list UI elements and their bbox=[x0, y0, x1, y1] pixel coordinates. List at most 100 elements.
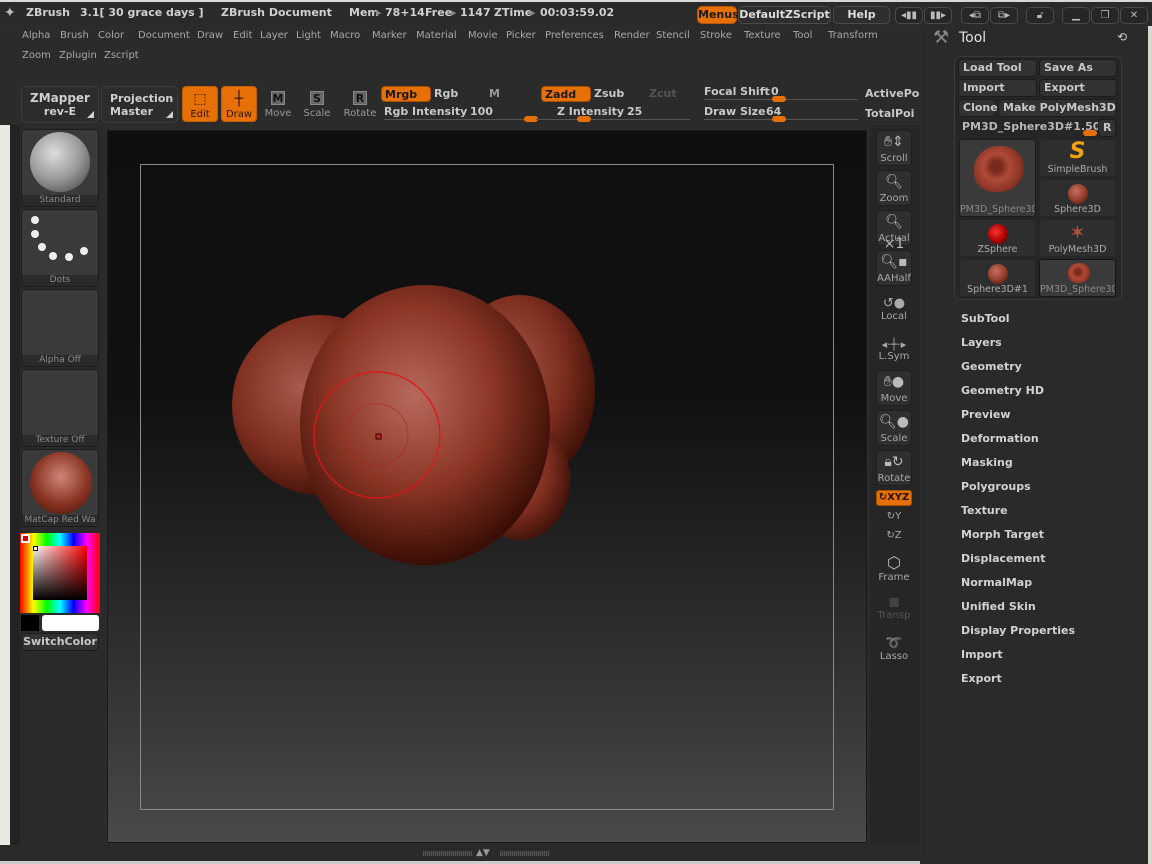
actual-button[interactable]: 🔍︎×1 Actual bbox=[876, 210, 912, 252]
make-polymesh3d-button[interactable]: Make PolyMesh3D bbox=[998, 99, 1117, 117]
scale-view-button[interactable]: 🔍︎● Scale bbox=[876, 410, 912, 446]
color-picker-square[interactable] bbox=[33, 546, 87, 600]
menu-edit[interactable]: Edit bbox=[233, 30, 252, 41]
prev-layout-icon[interactable]: ◂⧉ bbox=[961, 7, 989, 24]
menu-transform[interactable]: Transform bbox=[828, 30, 878, 41]
menu-zoom[interactable]: Zoom bbox=[22, 50, 51, 61]
lsym-button[interactable]: ◂·┼·▸ L.Sym bbox=[876, 338, 912, 362]
subpalette-morph-target[interactable]: Morph Target bbox=[961, 528, 1044, 541]
unlock-icon[interactable]: 🔓︎ bbox=[1026, 7, 1054, 24]
subpalette-export[interactable]: Export bbox=[961, 672, 1002, 685]
minimize-icon[interactable]: ▁ bbox=[1062, 7, 1090, 24]
subpalette-geometry-hd[interactable]: Geometry HD bbox=[961, 384, 1044, 397]
lasso-button[interactable]: ➰ Lasso bbox=[876, 636, 912, 662]
tool-tile-zsphere[interactable]: ZSphere bbox=[959, 219, 1036, 257]
menu-tool[interactable]: Tool bbox=[793, 30, 812, 41]
close-icon[interactable]: ✕ bbox=[1120, 7, 1148, 24]
menu-zplugin[interactable]: Zplugin bbox=[59, 50, 97, 61]
subpalette-normalmap[interactable]: NormalMap bbox=[961, 576, 1032, 589]
z-intensity-knob[interactable] bbox=[577, 116, 591, 122]
export-button[interactable]: Export bbox=[1039, 79, 1117, 97]
menu-document[interactable]: Document bbox=[138, 30, 190, 41]
rotate-button[interactable]: R Rotate bbox=[342, 86, 378, 122]
focal-shift-knob[interactable] bbox=[772, 96, 786, 102]
main-color-swatch[interactable] bbox=[21, 615, 39, 631]
tool-tile-pm3d-sphere3d-large[interactable]: PM3D_Sphere3D bbox=[959, 139, 1036, 217]
restore-icon[interactable]: ❐ bbox=[1091, 7, 1119, 24]
aahalf-button[interactable]: 🔍︎▪ AAHalf bbox=[876, 250, 912, 286]
frame-button[interactable]: ⬡ Frame bbox=[876, 553, 912, 583]
help-button[interactable]: Help bbox=[833, 6, 890, 24]
reset-icon[interactable]: ⟲ bbox=[1117, 30, 1127, 44]
draw-button[interactable]: ┼ Draw bbox=[221, 86, 257, 122]
tool-tile-polymesh3d[interactable]: ✶ PolyMesh3D bbox=[1039, 219, 1116, 257]
menu-stencil[interactable]: Stencil bbox=[656, 30, 690, 41]
menu-macro[interactable]: Macro bbox=[330, 30, 360, 41]
move-button[interactable]: M Move bbox=[260, 86, 296, 122]
menu-picker[interactable]: Picker bbox=[506, 30, 536, 41]
menu-layer[interactable]: Layer bbox=[260, 30, 288, 41]
move-view-button[interactable]: ✋︎● Move bbox=[876, 370, 912, 406]
subpalette-texture[interactable]: Texture bbox=[961, 504, 1008, 517]
tool-tile-pm3d-sphere3d[interactable]: PM3D_Sphere3D bbox=[1039, 259, 1116, 297]
bottom-tray-handle-right[interactable] bbox=[500, 851, 550, 856]
tool-tile-sphere3d[interactable]: Sphere3D bbox=[1039, 179, 1116, 217]
z-rotation-toggle[interactable]: ↻Z bbox=[876, 530, 912, 541]
m-toggle[interactable]: M bbox=[489, 87, 500, 100]
local-button[interactable]: ↺● Local bbox=[876, 296, 912, 322]
menu-render[interactable]: Render bbox=[614, 30, 650, 41]
menu-material[interactable]: Material bbox=[416, 30, 457, 41]
menu-marker[interactable]: Marker bbox=[372, 30, 407, 41]
menu-alpha[interactable]: Alpha bbox=[22, 30, 50, 41]
menu-brush[interactable]: Brush bbox=[60, 30, 89, 41]
menu-texture[interactable]: Texture bbox=[744, 30, 781, 41]
scale-button[interactable]: S Scale bbox=[299, 86, 335, 122]
draw-size-knob[interactable] bbox=[772, 116, 786, 122]
scroll-button[interactable]: ✋︎⇕ Scroll bbox=[876, 130, 912, 166]
texture-thumbnail[interactable]: Texture Off bbox=[21, 369, 99, 447]
subpalette-subtool[interactable]: SubTool bbox=[961, 312, 1010, 325]
tray-toggle-icon[interactable]: ▲▼ bbox=[476, 848, 490, 858]
mrgb-toggle[interactable]: Mrgb bbox=[381, 86, 431, 102]
subpalette-polygroups[interactable]: Polygroups bbox=[961, 480, 1031, 493]
menu-zscript[interactable]: Zscript bbox=[104, 50, 139, 61]
clone-button[interactable]: Clone bbox=[958, 99, 998, 117]
menu-light[interactable]: Light bbox=[296, 30, 321, 41]
next-layout-icon[interactable]: ⧉▸ bbox=[990, 7, 1018, 24]
subpalette-preview[interactable]: Preview bbox=[961, 408, 1011, 421]
tool-tile-simplebrush[interactable]: S SimpleBrush bbox=[1039, 139, 1116, 177]
secondary-color-swatch[interactable] bbox=[42, 615, 99, 631]
zcut-toggle[interactable]: Zcut bbox=[649, 87, 677, 100]
stroke-thumbnail[interactable]: Dots bbox=[21, 209, 99, 287]
xyz-rotation-toggle[interactable]: ↻XYZ bbox=[876, 490, 912, 506]
menu-color[interactable]: Color bbox=[98, 30, 124, 41]
switch-color-button[interactable]: SwitchColor bbox=[21, 633, 99, 651]
subpalette-layers[interactable]: Layers bbox=[961, 336, 1002, 349]
subpalette-import[interactable]: Import bbox=[961, 648, 1003, 661]
subpalette-unified-skin[interactable]: Unified Skin bbox=[961, 600, 1036, 613]
zmapper-button[interactable]: ZMapper rev-E bbox=[21, 86, 99, 123]
transp-button[interactable]: ◼ Transp bbox=[876, 594, 912, 621]
subpalette-geometry[interactable]: Geometry bbox=[961, 360, 1022, 373]
subpalette-masking[interactable]: Masking bbox=[961, 456, 1013, 469]
tool-tile-sphere3d-1[interactable]: Sphere3D#1 bbox=[959, 259, 1036, 297]
left-tray-handle[interactable] bbox=[10, 125, 20, 845]
save-as-button[interactable]: Save As bbox=[1039, 59, 1117, 77]
import-button[interactable]: Import bbox=[958, 79, 1037, 97]
edit-button[interactable]: ⬚ Edit bbox=[182, 86, 218, 122]
load-tool-button[interactable]: Load Tool bbox=[958, 59, 1037, 77]
zoom-button[interactable]: 🔍︎ Zoom bbox=[876, 170, 912, 206]
subpalette-deformation[interactable]: Deformation bbox=[961, 432, 1039, 445]
subpalette-display-properties[interactable]: Display Properties bbox=[961, 624, 1075, 637]
menu-stroke[interactable]: Stroke bbox=[700, 30, 732, 41]
rgb-toggle[interactable]: Rgb bbox=[434, 87, 458, 100]
scroll-right-icon[interactable]: ▮▮▸ bbox=[924, 7, 952, 24]
menus-button[interactable]: Menus bbox=[697, 6, 739, 24]
zsub-toggle[interactable]: Zsub bbox=[594, 87, 624, 100]
material-thumbnail[interactable]: MatCap Red Wa bbox=[21, 449, 99, 527]
menu-preferences[interactable]: Preferences bbox=[545, 30, 604, 41]
scroll-left-icon[interactable]: ◂▮▮ bbox=[895, 7, 923, 24]
menu-draw[interactable]: Draw bbox=[197, 30, 223, 41]
bottom-tray-handle-left[interactable] bbox=[423, 851, 473, 856]
projection-master-button[interactable]: Projection Master bbox=[101, 86, 178, 123]
